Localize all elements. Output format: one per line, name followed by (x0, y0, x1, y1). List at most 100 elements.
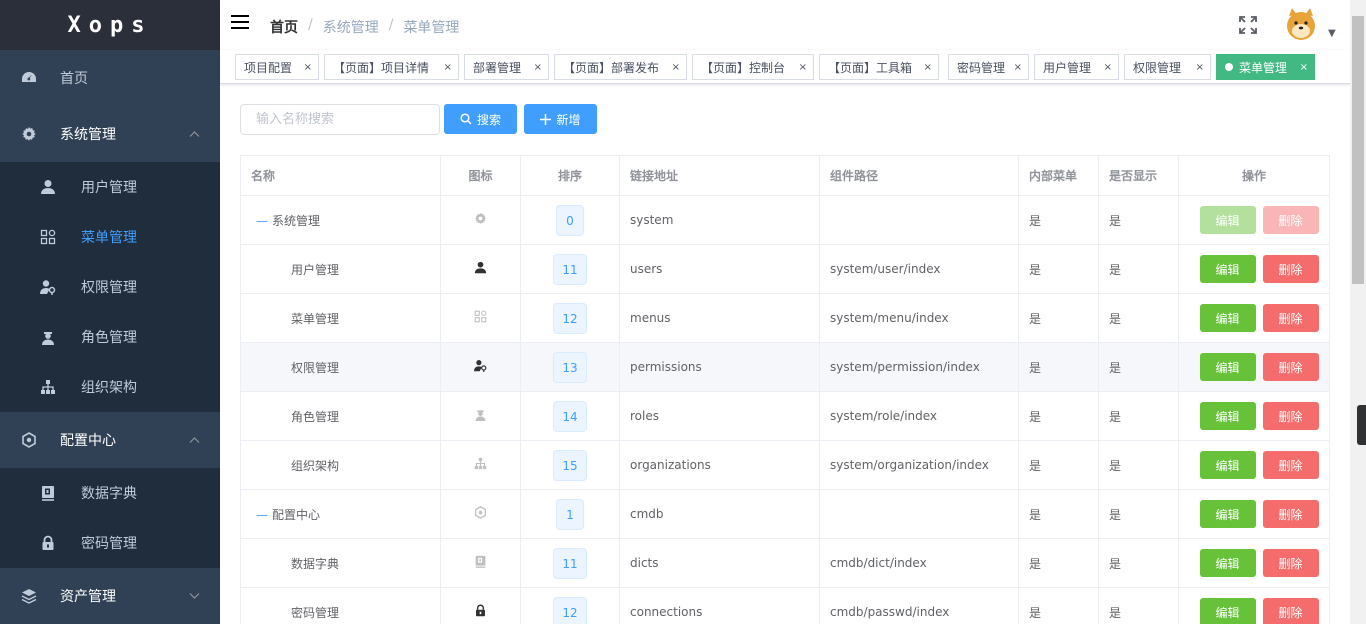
cell-icon (440, 195, 521, 245)
close-icon[interactable]: × (1014, 62, 1022, 73)
table-row[interactable]: 菜单管理 12 menus system/menu/index 是是编辑 删除 (240, 293, 1330, 343)
caret-down-icon[interactable]: ▼ (1328, 28, 1336, 39)
edit-button[interactable]: 编辑 (1199, 598, 1256, 624)
sidebar-group-1[interactable]: 配置中心 (0, 412, 220, 468)
search-input[interactable] (240, 104, 440, 135)
table-row[interactable]: — 配置中心 1 cmdb 是是编辑 删除 (240, 489, 1330, 539)
tag-item[interactable]: 用户管理 × (1034, 54, 1119, 80)
column-header-internal: 内部菜单 (1018, 155, 1099, 196)
tag-item[interactable]: 【页面】控制台 × (692, 54, 814, 80)
tag-item[interactable]: 【页面】部署发布 × (554, 54, 687, 80)
table-row[interactable]: 密码管理 12 connections cmdb/passwd/index 是是编辑 删除 (240, 587, 1330, 624)
sidebar-group-0[interactable]: 系统管理 (0, 106, 220, 162)
cell-actions: 编辑 删除 (1178, 489, 1330, 539)
cell-name: 菜单管理 (240, 293, 441, 343)
cell-visible: 是 (1098, 244, 1179, 294)
search-button-label: 搜索 (476, 112, 501, 127)
close-icon[interactable]: × (1300, 62, 1308, 73)
edit-button[interactable]: 编辑 (1199, 304, 1256, 332)
sidebar-item-label: 组织架构 (81, 380, 137, 396)
tag-item[interactable]: 菜单管理 × (1216, 54, 1315, 80)
delete-button[interactable]: 删除 (1262, 255, 1319, 283)
tag-item[interactable]: 【页面】工具箱 × (819, 54, 939, 80)
table-row[interactable]: 权限管理 13 permissions system/permission/index… (240, 342, 1330, 392)
table-row[interactable]: — 系统管理 0 system 是是编辑 删除 (240, 195, 1330, 245)
close-icon[interactable]: × (1104, 62, 1112, 73)
delete-button[interactable]: 删除 (1262, 304, 1319, 332)
delete-button[interactable]: 删除 (1262, 402, 1319, 430)
breadcrumb-item-home[interactable]: 首页 (270, 17, 298, 37)
sort-value: 15 (553, 449, 587, 481)
table-row[interactable]: 组织架构 15 organizations system/organization/i… (240, 440, 1330, 490)
sidebar-item-0-3[interactable]: 角色管理 (0, 312, 220, 362)
tag-item[interactable]: 部署管理 × (464, 54, 549, 80)
close-icon[interactable]: × (672, 62, 680, 73)
org-tree-icon (474, 457, 488, 471)
close-icon[interactable]: × (304, 62, 312, 73)
close-icon[interactable]: × (1196, 62, 1204, 73)
org-tree-icon (40, 379, 56, 395)
sidebar-item-1-1[interactable]: 密码管理 (0, 518, 220, 568)
tag-item[interactable]: 权限管理 × (1124, 54, 1211, 80)
app-logo[interactable]: Xops (0, 0, 220, 50)
cell-actions: 编辑 删除 (1178, 538, 1330, 588)
edit-button[interactable]: 编辑 (1199, 451, 1256, 479)
add-button[interactable]: 新增 (524, 104, 597, 134)
column-header-component: 组件路径 (819, 155, 1019, 196)
cell-actions: 编辑 删除 (1178, 293, 1330, 343)
menu-name: 系统管理 (272, 213, 321, 228)
close-icon[interactable]: × (799, 62, 807, 73)
hamburger-icon[interactable] (231, 15, 249, 33)
tag-item[interactable]: 密码管理 × (948, 54, 1029, 80)
sidebar-item-0-4[interactable]: 组织架构 (0, 362, 220, 412)
delete-button[interactable]: 删除 (1262, 549, 1319, 577)
sort-value: 12 (553, 302, 587, 334)
close-icon[interactable]: × (444, 62, 452, 73)
table-row[interactable]: 角色管理 14 roles system/role/index 是是编辑 删除 (240, 391, 1330, 441)
sidebar-item-0-2[interactable]: 权限管理 (0, 262, 220, 312)
close-icon[interactable]: × (924, 62, 932, 73)
edit-button[interactable]: 编辑 (1199, 549, 1256, 577)
table-row[interactable]: 用户管理 11 users system/user/index 是是编辑 删除 (240, 244, 1330, 294)
edit-button[interactable]: 编辑 (1199, 353, 1256, 381)
cell-actions: 编辑 删除 (1178, 391, 1330, 441)
tag-item[interactable]: 【页面】项目详情 × (324, 54, 459, 80)
collapse-icon[interactable]: — (256, 214, 268, 228)
edit-button[interactable]: 编辑 (1199, 255, 1256, 283)
edit-button[interactable]: 编辑 (1199, 402, 1256, 430)
sidebar-item-0-1[interactable]: 菜单管理 (0, 212, 220, 262)
fullscreen-icon[interactable] (1239, 16, 1257, 34)
collapse-icon[interactable]: — (256, 508, 268, 522)
avatar[interactable] (1283, 6, 1319, 42)
sidebar-group-2[interactable]: 资产管理 (0, 568, 220, 624)
delete-button[interactable]: 删除 (1262, 353, 1319, 381)
sidebar-item-label: 密码管理 (81, 536, 137, 552)
edit-button[interactable]: 编辑 (1199, 500, 1256, 528)
side-settings-handle[interactable] (1357, 405, 1366, 445)
delete-button[interactable]: 删除 (1262, 598, 1319, 624)
sidebar-item-0-0[interactable]: 用户管理 (0, 162, 220, 212)
tag-label: 部署管理 (473, 60, 522, 75)
delete-button[interactable]: 删除 (1262, 451, 1319, 479)
edit-button[interactable]: 编辑 (1199, 206, 1256, 234)
tag-item[interactable]: 项目配置 × (235, 54, 319, 80)
close-icon[interactable]: × (534, 62, 542, 73)
sidebar-item-1-0[interactable]: 数据字典 (0, 468, 220, 518)
plus-icon (540, 113, 552, 125)
sidebar-item-home[interactable]: 首页 (0, 50, 220, 106)
search-button[interactable]: 搜索 (444, 104, 517, 134)
dashboard-icon (20, 69, 38, 87)
cell-link: roles (619, 391, 820, 441)
cell-internal: 是 (1018, 440, 1099, 490)
sidebar-group-label: 配置中心 (60, 433, 116, 449)
sidebar-item-label: 角色管理 (81, 330, 137, 346)
delete-button[interactable]: 删除 (1262, 206, 1319, 234)
scrollbar-thumb[interactable] (1352, 16, 1364, 284)
search-icon (460, 113, 472, 125)
dict-icon (474, 555, 488, 569)
table-row[interactable]: 数据字典 11 dicts cmdb/dict/index 是是编辑 删除 (240, 538, 1330, 588)
menu-name: 配置中心 (272, 507, 321, 522)
navbar: 首页 / 系统管理 / 菜单管理 ▼ (220, 0, 1350, 50)
tag-label: 用户管理 (1043, 60, 1092, 75)
delete-button[interactable]: 删除 (1262, 500, 1319, 528)
